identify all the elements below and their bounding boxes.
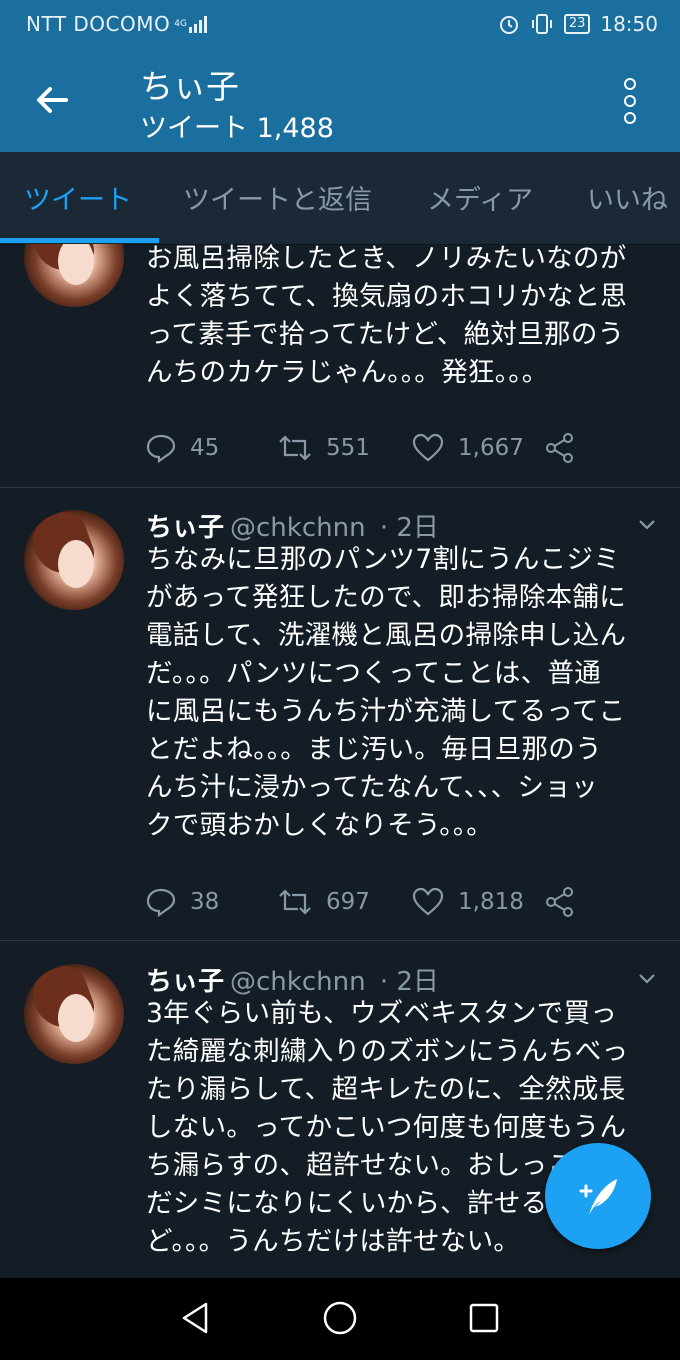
tab-tweets[interactable]: ツイート: [24, 178, 132, 217]
heart-icon: [412, 433, 444, 462]
compose-tweet-button[interactable]: [545, 1143, 651, 1249]
clock: 18:50: [600, 12, 658, 36]
reply-button[interactable]: 45: [146, 430, 219, 466]
carrier-name: NTT DOCOMO: [26, 12, 171, 36]
more-vertical-icon[interactable]: [620, 78, 640, 124]
tab-tweets-and-replies[interactable]: ツイートと返信: [183, 178, 372, 217]
share-icon[interactable]: [544, 886, 576, 918]
avatar[interactable]: [24, 510, 124, 610]
profile-header: ちぃ子 ツイート 1,488: [0, 48, 680, 152]
reply-count: 45: [190, 435, 220, 461]
chevron-down-icon[interactable]: [638, 515, 656, 533]
like-count: 1,667: [458, 435, 524, 461]
retweet-count: 697: [326, 889, 370, 915]
tweet-item[interactable]: ちぃ子 @chkchnn · 2日 ちなみに旦那のパンツ7割にうんこジミ があって…: [0, 487, 680, 941]
tweet-text: お風呂掃除したとき、ノリみたいなのが よく落ちてて、換気扇のホコリかなと思 って…: [146, 244, 628, 388]
active-tab-indicator: [0, 238, 159, 243]
tab-likes[interactable]: いいね: [587, 178, 668, 217]
tweet-header: ちぃ子 @chkchnn · 2日: [146, 961, 439, 998]
avatar[interactable]: [24, 964, 124, 1064]
retweet-count: 551: [326, 435, 370, 461]
chevron-down-icon[interactable]: [638, 969, 656, 987]
reply-icon: [146, 434, 176, 463]
status-bar: NTT DOCOMO 4G 23 18:50: [0, 0, 680, 48]
tweet-time: · 2日: [379, 513, 439, 543]
recents-square-icon[interactable]: [464, 1298, 504, 1338]
tweet-header: ちぃ子 @chkchnn · 2日: [146, 507, 439, 544]
retweet-icon: [279, 889, 311, 915]
compose-tweet-icon: [579, 1179, 617, 1215]
retweet-icon: [279, 435, 311, 461]
profile-tabs: ツイート ツイートと返信 メディア いいね: [0, 152, 680, 245]
arrow-left-icon[interactable]: [32, 80, 72, 120]
like-button[interactable]: 1,818: [412, 884, 524, 920]
tweet-count: ツイート 1,488: [140, 113, 334, 144]
signal-icon: [188, 16, 207, 33]
heart-icon: [412, 887, 444, 916]
retweet-button[interactable]: 697: [278, 884, 370, 920]
tweet-feed[interactable]: お風呂掃除したとき、ノリみたいなのが よく落ちてて、換気扇のホコリかなと思 って…: [0, 244, 680, 1278]
reply-count: 38: [190, 889, 220, 915]
home-circle-icon[interactable]: [320, 1298, 360, 1338]
profile-name: ちぃ子: [140, 67, 239, 106]
retweet-button[interactable]: 551: [278, 430, 370, 466]
system-nav-bar: [0, 1278, 680, 1360]
battery-indicator: 23: [563, 14, 591, 34]
avatar[interactable]: [24, 244, 124, 307]
reply-button[interactable]: 38: [146, 884, 219, 920]
share-icon[interactable]: [544, 432, 576, 464]
back-triangle-icon[interactable]: [176, 1298, 216, 1338]
tweet-time: · 2日: [379, 967, 439, 997]
tweet-actions: 45 551 1,667: [146, 430, 586, 466]
tweet-item[interactable]: お風呂掃除したとき、ノリみたいなのが よく落ちてて、換気扇のホコリかなと思 って…: [0, 244, 680, 488]
tweet-text: ちなみに旦那のパンツ7割にうんこジミ があって発狂したので、即お掃除本舗に 電話…: [146, 544, 627, 841]
alarm-icon: [499, 16, 518, 34]
network-type: 4G: [174, 18, 187, 29]
vibrate-icon: [531, 14, 552, 34]
like-button[interactable]: 1,667: [412, 430, 524, 466]
reply-icon: [146, 888, 176, 917]
tweet-actions: 38 697 1,818: [146, 884, 586, 920]
like-count: 1,818: [458, 889, 524, 915]
tab-media[interactable]: メディア: [427, 178, 533, 217]
author-handle: @chkchnn: [230, 967, 366, 997]
author-name[interactable]: ちぃ子: [146, 513, 224, 543]
author-handle: @chkchnn: [230, 513, 366, 543]
author-name[interactable]: ちぃ子: [146, 967, 224, 997]
